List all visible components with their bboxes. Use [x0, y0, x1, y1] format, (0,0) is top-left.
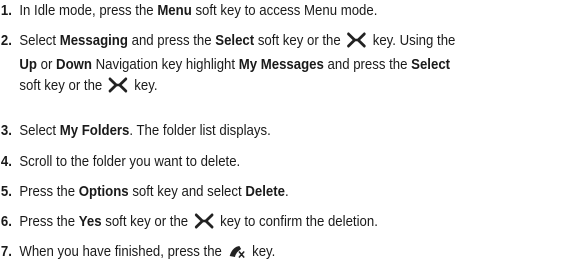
- ok-x-key-icon: [347, 32, 366, 54]
- step-number: 1.: [0, 2, 12, 19]
- step-number: 3.: [0, 122, 12, 139]
- step-text: Select Messaging and press the Select so…: [19, 30, 455, 99]
- step-text: Scroll to the folder you want to delete.: [19, 153, 241, 170]
- step-number: 2.: [0, 32, 12, 49]
- step-number: 7.: [0, 243, 12, 260]
- step-number: 6.: [0, 213, 12, 230]
- step-text: Press the Options soft key and select De…: [19, 183, 289, 200]
- ok-x-key-icon: [109, 77, 128, 99]
- step-number: 5.: [0, 183, 12, 200]
- step-text: When you have finished, press the key.: [19, 241, 275, 265]
- step-text: Select My Folders. The folder list displ…: [19, 122, 271, 139]
- step-text: In Idle mode, press the Menu soft key to…: [19, 2, 378, 19]
- step-number: 4.: [0, 153, 12, 170]
- step-text: Press the Yes soft key or the key to con…: [19, 211, 378, 235]
- ok-x-key-icon: [194, 213, 214, 235]
